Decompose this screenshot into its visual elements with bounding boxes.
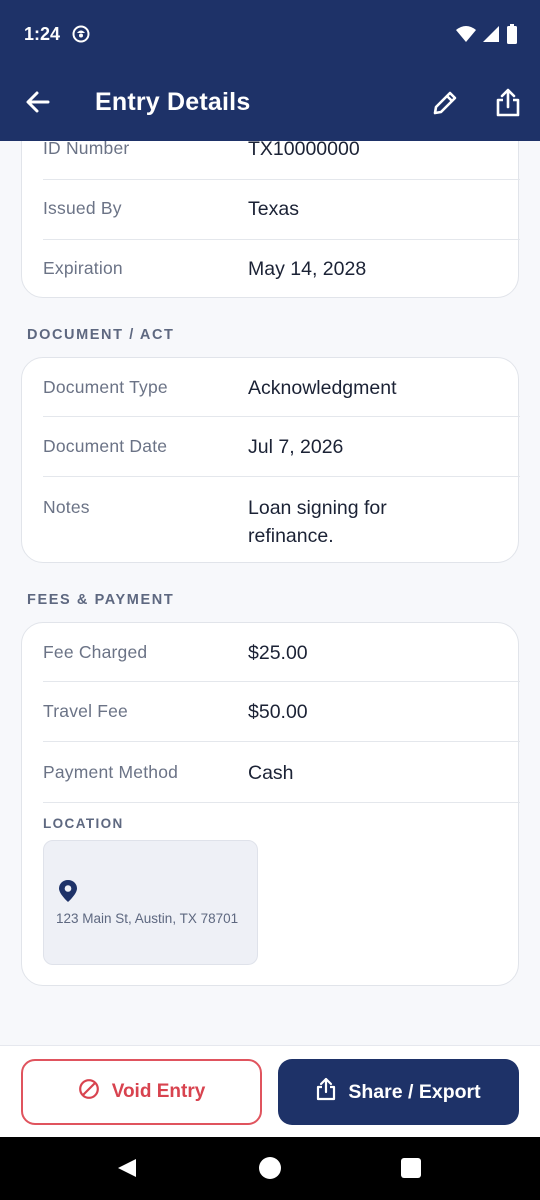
document-type-value: Acknowledgment <box>248 377 397 399</box>
divider <box>43 416 520 417</box>
id-number-value: TX10000000 <box>248 141 360 160</box>
page-title: Entry Details <box>95 88 251 116</box>
travel-fee-label: Travel Fee <box>43 701 128 721</box>
share-button[interactable] <box>489 86 527 124</box>
content-scroll[interactable]: ID Number TX10000000 Issued By Texas Exp… <box>0 141 540 1045</box>
system-nav-bar <box>0 1137 540 1200</box>
status-bar: 1:24 <box>0 0 540 68</box>
divider <box>43 239 520 240</box>
signal-icon <box>482 25 500 48</box>
notes-value: Loan signing for refinance. <box>248 497 387 547</box>
document-date-label: Document Date <box>43 436 168 456</box>
status-time: 1:24 <box>24 24 61 44</box>
status-icons <box>456 24 518 49</box>
payment-method-label: Payment Method <box>43 762 179 782</box>
wifi-icon <box>456 25 476 48</box>
app-notification-icon <box>72 25 90 43</box>
issued-by-label: Issued By <box>43 198 122 218</box>
bottom-action-bar: Void Entry Share / Export <box>0 1045 540 1137</box>
fees-section-title: FEES & PAYMENT <box>27 592 175 608</box>
share-export-label: Share / Export <box>348 1080 481 1103</box>
nav-home-icon[interactable] <box>259 1157 281 1179</box>
travel-fee-value: $50.00 <box>248 701 308 723</box>
fees-card: Fee Charged $25.00 Travel Fee $50.00 Pay… <box>21 622 520 986</box>
battery-icon <box>506 24 518 49</box>
expiration-value: May 14, 2028 <box>248 258 367 280</box>
fee-charged-label: Fee Charged <box>43 642 148 662</box>
ban-icon <box>78 1078 100 1106</box>
void-entry-button[interactable]: Void Entry <box>21 1059 262 1125</box>
back-button[interactable] <box>20 86 56 122</box>
id-card: ID Number TX10000000 Issued By Texas Exp… <box>21 141 520 298</box>
nav-back-icon[interactable] <box>116 1157 138 1184</box>
divider <box>43 681 520 682</box>
pencil-icon <box>431 89 459 122</box>
document-card: Document Type Acknowledgment Document Da… <box>21 357 520 563</box>
document-section-title: DOCUMENT / ACT <box>27 327 175 343</box>
void-entry-label: Void Entry <box>111 1081 206 1102</box>
location-address: 123 Main St, Austin, TX 78701 <box>56 911 239 926</box>
location-map-tile[interactable]: 123 Main St, Austin, TX 78701 <box>43 840 258 965</box>
app-bar: Entry Details <box>0 68 540 141</box>
document-type-label: Document Type <box>43 377 168 397</box>
nav-recents-icon[interactable] <box>401 1158 421 1178</box>
share-icon <box>495 88 521 123</box>
divider <box>43 741 520 742</box>
notes-label: Notes <box>43 497 90 517</box>
fee-charged-value: $25.00 <box>248 642 308 664</box>
payment-method-value: Cash <box>248 762 294 784</box>
document-date-value: Jul 7, 2026 <box>248 436 344 458</box>
divider <box>43 802 520 803</box>
back-arrow-icon <box>25 89 51 120</box>
id-number-label: ID Number <box>43 141 130 158</box>
location-pin-icon <box>58 879 78 908</box>
location-label: LOCATION <box>43 816 124 831</box>
divider <box>43 179 520 180</box>
edit-button[interactable] <box>426 86 464 124</box>
share-icon <box>316 1077 336 1107</box>
divider <box>43 476 520 477</box>
expiration-label: Expiration <box>43 258 123 278</box>
share-export-button[interactable]: Share / Export <box>278 1059 519 1125</box>
issued-by-value: Texas <box>248 198 299 220</box>
